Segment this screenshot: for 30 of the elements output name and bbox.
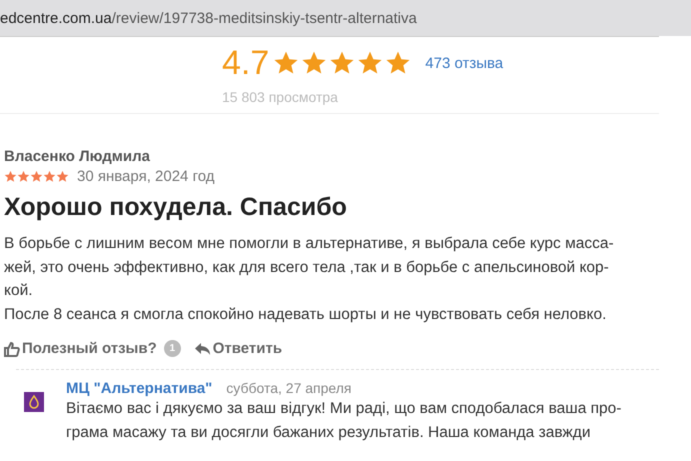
review-text: В борьбе с лишним весом мне помогли в альтернативе, я выбрала себе курс масса-	[4, 234, 615, 254]
reply-date: суббота, 27 апреля	[226, 380, 352, 396]
review-text: кой.	[4, 281, 34, 301]
reply-button[interactable]: Ответить	[194, 340, 282, 357]
review-title: Хорошо похудела. Спасибо	[4, 193, 348, 222]
star-icon	[385, 50, 412, 76]
reviews-link[interactable]: 473 отзыва	[425, 54, 504, 72]
clinic-logo-icon	[24, 392, 44, 412]
star-icon	[17, 170, 30, 183]
reply-text: Вітаємо вас і дякуємо за ваш відгук! Ми раді, що вам сподобалася ваша про-	[66, 399, 622, 419]
star-icon	[56, 170, 69, 183]
helpful-button[interactable]: Полезный отзыв? 1	[4, 340, 181, 357]
star-icon	[273, 50, 300, 76]
rating-value: 4.7	[222, 43, 270, 83]
star-icon	[301, 50, 328, 76]
views-count: 15 803 просмотра	[222, 89, 339, 105]
star-icon	[43, 170, 56, 183]
star-icon	[357, 50, 384, 76]
star-icon	[329, 50, 356, 76]
address-bar[interactable]: edcentre.com.ua/review/197738-meditsinskiy-tsentr-alternativa	[0, 0, 691, 36]
reply-text: грама масажу та ви досягли бажаних результатів. Наша команда завжди	[66, 422, 592, 442]
star-icon	[30, 170, 43, 183]
thumbs-up-icon	[4, 340, 20, 356]
review-date: 30 января, 2024 год	[77, 168, 214, 185]
reply-arrow-icon	[194, 340, 211, 356]
review-text: После 8 сеанса я смогла спокойно надевать шорты и не чувствовать себя неловко.	[4, 304, 608, 324]
reply-author[interactable]: МЦ "Альтернатива"	[66, 380, 212, 397]
review-text: жей, это очень эффективно, как для всего тела ,так и в борьбе с апельсиновой кор-	[4, 258, 610, 278]
review-author: Власенко Людмила	[4, 148, 151, 165]
star-icon	[4, 170, 17, 183]
